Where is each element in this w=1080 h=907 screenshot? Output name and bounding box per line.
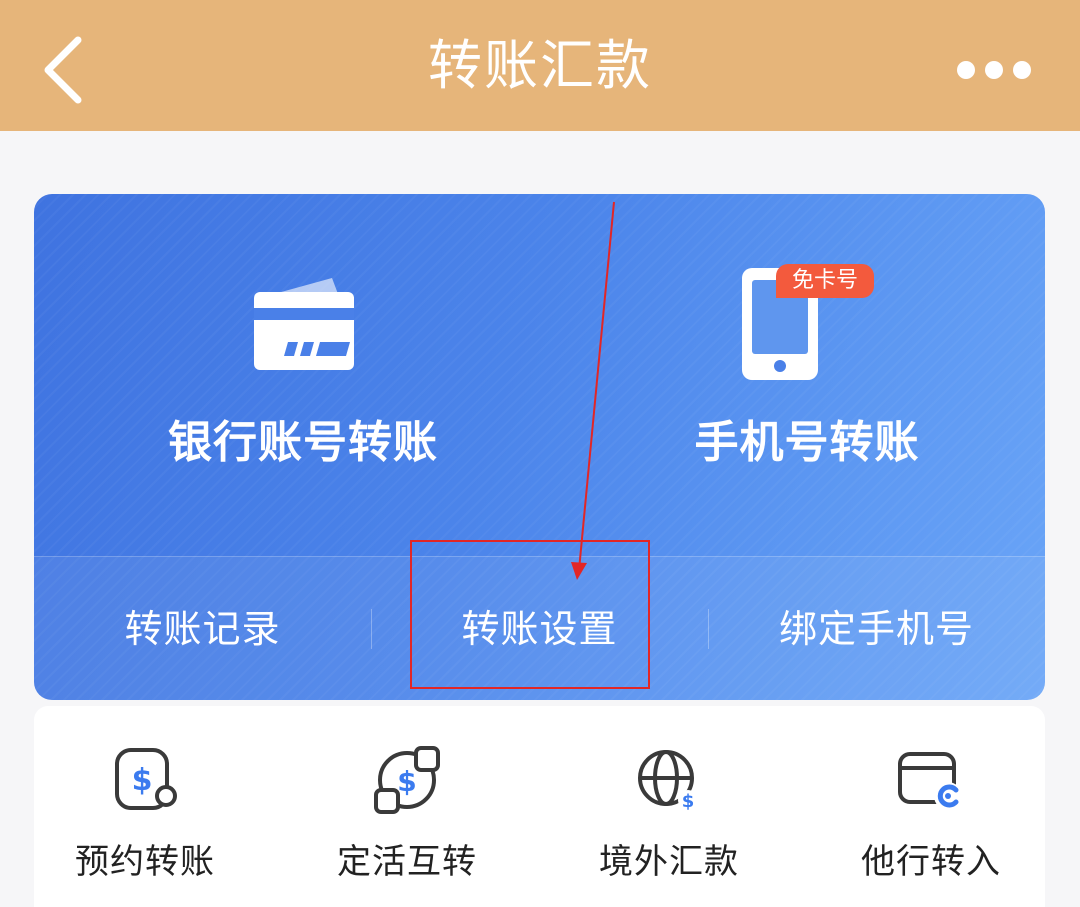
bind-phone-button[interactable]: 绑定手机号 xyxy=(708,557,1045,700)
fixed-current-exchange-label: 定活互转 xyxy=(337,842,477,882)
other-bank-transfer-in-button[interactable]: 他行转入 xyxy=(806,706,1056,907)
page-title: 转账汇款 xyxy=(428,34,652,97)
transfer-hero-card: 银行账号转账 免卡号 手机号转账 转账记录 转账设置 绑定手机号 xyxy=(34,194,1045,700)
bank-account-transfer-button[interactable]: 银行账号转账 xyxy=(34,194,539,556)
bank-account-transfer-label: 银行账号转账 xyxy=(168,417,438,468)
phone-transfer-label: 手机号转账 xyxy=(694,417,920,468)
transfer-settings-button[interactable]: 转账设置 xyxy=(371,557,708,700)
other-bank-transfer-in-icon xyxy=(898,752,962,810)
overseas-remittance-icon: $ xyxy=(638,750,698,812)
more-button[interactable] xyxy=(954,52,1034,88)
svg-text:$: $ xyxy=(397,765,416,798)
top-nav-bar: 转账汇款 xyxy=(0,0,1080,131)
phone-transfer-button[interactable]: 免卡号 手机号转账 xyxy=(540,194,1045,556)
scheduled-transfer-button[interactable]: $ 预约转账 xyxy=(20,706,270,907)
scheduled-transfer-label: 预约转账 xyxy=(75,842,215,882)
services-grid: $ 预约转账 $ 定活互转 $ 境外汇款 他行转入 xyxy=(34,706,1045,907)
svg-text:$: $ xyxy=(132,763,153,798)
overseas-remittance-button[interactable]: $ 境外汇款 xyxy=(544,706,794,907)
scheduled-transfer-icon: $ xyxy=(115,748,177,810)
no-card-badge: 免卡号 xyxy=(776,264,874,298)
sub-action-bar: 转账记录 转账设置 绑定手机号 xyxy=(34,556,1045,700)
overseas-remittance-label: 境外汇款 xyxy=(599,842,739,882)
transfer-history-button[interactable]: 转账记录 xyxy=(34,557,371,700)
more-dots-icon xyxy=(957,61,1031,79)
svg-text:$: $ xyxy=(682,791,695,812)
bank-card-icon xyxy=(254,278,354,370)
other-bank-transfer-in-label: 他行转入 xyxy=(861,842,1001,882)
fixed-current-exchange-icon: $ xyxy=(374,746,440,814)
fixed-current-exchange-button[interactable]: $ 定活互转 xyxy=(282,706,532,907)
